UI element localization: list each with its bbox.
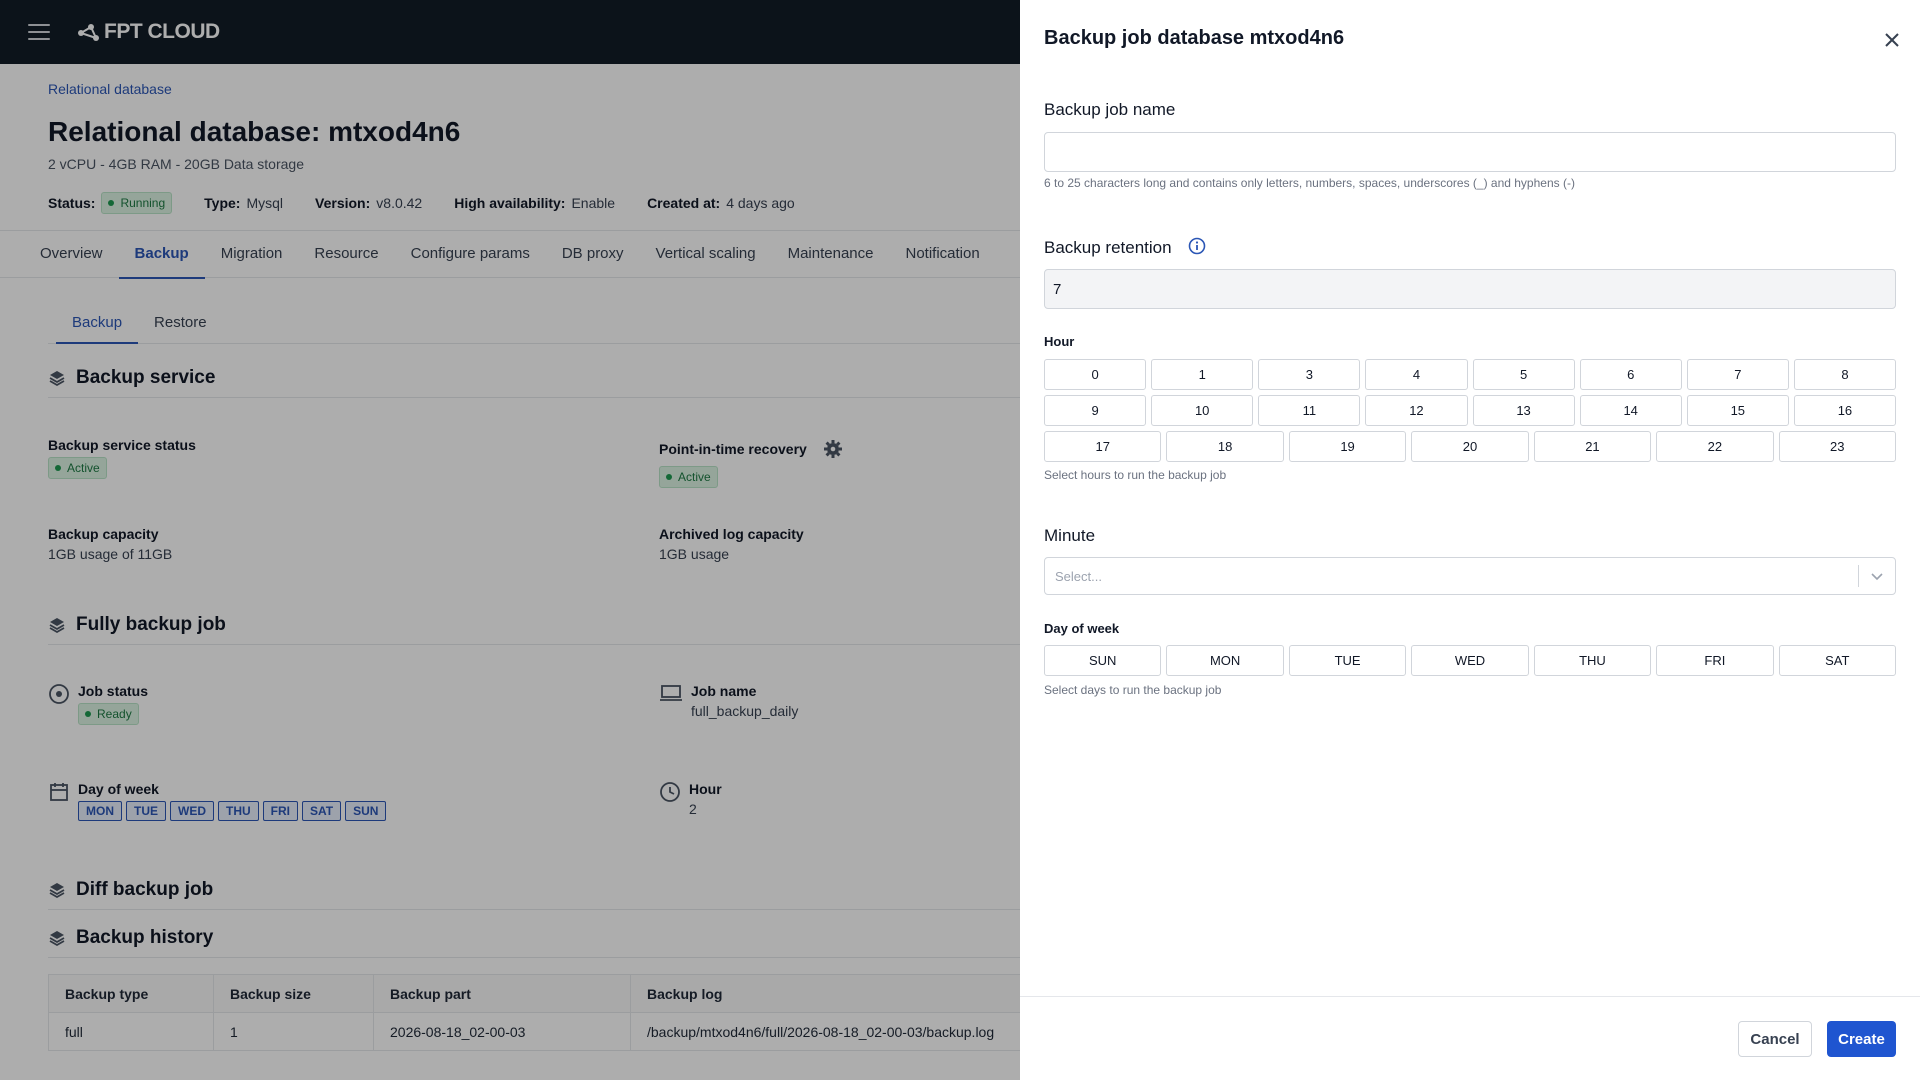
hour-grid-row-2: 9 10 11 12 13 14 15 16 — [1044, 395, 1896, 426]
minute-select-placeholder: Select... — [1055, 568, 1102, 584]
day-option[interactable]: FRI — [1656, 645, 1774, 676]
hour-option[interactable]: 23 — [1778, 431, 1896, 462]
backup-job-name-help: 6 to 25 characters long and contains onl… — [1044, 176, 1575, 190]
day-of-week-label: Day of week — [1044, 621, 1120, 636]
day-of-week-grid: SUN MON TUE WED THU FRI SAT — [1044, 645, 1896, 676]
day-option[interactable]: MON — [1166, 645, 1284, 676]
close-icon[interactable] — [1881, 29, 1903, 51]
hour-help: Select hours to run the backup job — [1044, 468, 1227, 482]
minute-select[interactable]: Select... — [1044, 557, 1896, 595]
day-option[interactable]: WED — [1411, 645, 1529, 676]
chevron-down-icon[interactable] — [1859, 571, 1895, 581]
hour-option[interactable]: 15 — [1686, 395, 1789, 426]
backup-retention-label: Backup retention — [1044, 237, 1172, 257]
hour-grid-row-1: 0 1 3 4 5 6 7 8 — [1044, 359, 1896, 390]
hour-option[interactable]: 1 — [1151, 359, 1254, 390]
backup-retention-input[interactable] — [1044, 269, 1896, 309]
day-option[interactable]: THU — [1533, 645, 1652, 676]
modal-backdrop[interactable] — [0, 0, 1020, 1080]
drawer-footer: Cancel Create — [1020, 996, 1920, 1080]
hour-option[interactable]: 12 — [1365, 395, 1468, 426]
hour-label: Hour — [1044, 334, 1075, 349]
hour-option[interactable]: 19 — [1288, 431, 1407, 462]
hour-option[interactable]: 6 — [1579, 359, 1682, 390]
hour-option[interactable]: 14 — [1579, 395, 1682, 426]
day-option[interactable]: SAT — [1778, 645, 1896, 676]
hour-option[interactable]: 18 — [1166, 431, 1284, 462]
hour-option[interactable]: 10 — [1151, 395, 1254, 426]
hour-option[interactable]: 0 — [1044, 359, 1147, 390]
hour-option[interactable]: 17 — [1044, 431, 1162, 462]
hour-option[interactable]: 3 — [1258, 359, 1361, 390]
hour-option[interactable]: 9 — [1044, 395, 1147, 426]
backup-job-name-input[interactable] — [1044, 132, 1896, 172]
hour-option[interactable]: 5 — [1472, 359, 1575, 390]
backup-retention-label-row: Backup retention — [1044, 237, 1206, 260]
hour-option[interactable]: 13 — [1472, 395, 1575, 426]
cancel-button[interactable]: Cancel — [1738, 1021, 1812, 1057]
hour-option[interactable]: 8 — [1793, 359, 1896, 390]
hour-option[interactable]: 22 — [1656, 431, 1774, 462]
create-button[interactable]: Create — [1827, 1021, 1896, 1057]
hour-option[interactable]: 11 — [1258, 395, 1361, 426]
backup-job-name-label: Backup job name — [1044, 100, 1176, 119]
hour-option[interactable]: 7 — [1686, 359, 1789, 390]
hour-option[interactable]: 20 — [1411, 431, 1529, 462]
hour-option[interactable]: 4 — [1365, 359, 1468, 390]
info-icon[interactable] — [1188, 237, 1206, 260]
hour-option[interactable]: 16 — [1793, 395, 1896, 426]
backup-job-drawer: Backup job database mtxod4n6 Backup job … — [1020, 0, 1920, 1080]
minute-label: Minute — [1044, 526, 1096, 545]
hour-option[interactable]: 21 — [1533, 431, 1652, 462]
day-of-week-help: Select days to run the backup job — [1044, 683, 1222, 697]
drawer-title: Backup job database mtxod4n6 — [1044, 27, 1345, 49]
hour-grid-row-3: 17 18 19 20 21 22 23 — [1044, 431, 1896, 462]
day-option[interactable]: TUE — [1288, 645, 1407, 676]
day-option[interactable]: SUN — [1044, 645, 1162, 676]
